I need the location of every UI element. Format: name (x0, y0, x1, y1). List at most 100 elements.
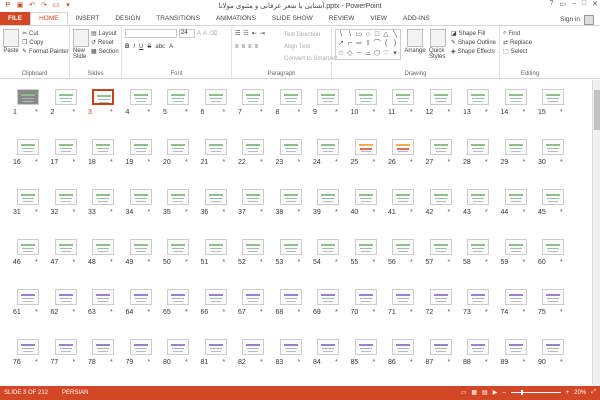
transition-star-icon[interactable]: * (410, 209, 413, 216)
slide-thumbnail[interactable]: 17 * (51, 135, 81, 185)
normal-view-icon[interactable]: ▭ (461, 389, 467, 396)
transition-star-icon[interactable]: * (223, 359, 226, 366)
transition-star-icon[interactable]: * (223, 109, 226, 116)
slide-thumbnail[interactable]: 50 * (163, 235, 193, 285)
tab-add-ins[interactable]: ADD-INS (395, 12, 438, 25)
select-button[interactable]: ⬚ Select (503, 47, 557, 56)
shape-outline-button[interactable]: ✎ Shape Outline (451, 38, 496, 47)
transition-star-icon[interactable]: * (485, 159, 488, 166)
slide-thumbnail[interactable]: 26 * (388, 135, 418, 185)
slide-thumbnail[interactable]: 83 * (276, 335, 306, 385)
close-icon[interactable]: ✕ (592, 0, 598, 8)
transition-star-icon[interactable]: * (223, 209, 226, 216)
transition-star-icon[interactable]: * (260, 209, 263, 216)
slide-thumbnail[interactable]: 88 * (463, 335, 493, 385)
slide-preview[interactable] (354, 239, 377, 255)
language-indicator[interactable]: PERSIAN (62, 390, 88, 396)
transition-star-icon[interactable]: * (73, 209, 76, 216)
slide-thumbnail[interactable]: 86 * (388, 335, 418, 385)
slide-thumbnail[interactable]: 16 * (13, 135, 43, 185)
font-name-box[interactable] (125, 29, 177, 38)
section-button[interactable]: ▦ Section (91, 47, 119, 56)
slide-thumbnail[interactable]: 25 * (351, 135, 381, 185)
transition-star-icon[interactable]: * (448, 209, 451, 216)
slide-thumbnail[interactable]: 39 * (313, 185, 343, 235)
transition-star-icon[interactable]: * (185, 309, 188, 316)
slide-preview[interactable] (279, 289, 302, 305)
arc-icon[interactable]: ⌓ (364, 50, 372, 58)
slide-preview[interactable] (504, 89, 527, 105)
transition-star-icon[interactable]: * (373, 109, 376, 116)
convert-smartart-button[interactable]: Convert to SmartArt (284, 54, 337, 63)
slide-thumbnail[interactable]: 61 * (13, 285, 43, 335)
slide-thumbnail[interactable]: 19 * (126, 135, 156, 185)
slide-preview[interactable] (429, 89, 452, 105)
vertical-scrollbar[interactable] (592, 80, 600, 385)
slide-preview[interactable] (17, 239, 39, 255)
layout-button[interactable]: ▤ Layout (91, 29, 119, 38)
slide-preview[interactable] (392, 239, 414, 255)
align-center-icon[interactable]: ≡ (242, 42, 246, 51)
numbering-icon[interactable]: ☷ (243, 29, 248, 38)
transition-star-icon[interactable]: * (35, 259, 38, 266)
slide-preview[interactable] (467, 139, 489, 155)
slide-preview[interactable] (467, 189, 489, 205)
new-slide-button[interactable]: New Slide (73, 29, 89, 60)
slide-preview[interactable] (467, 289, 489, 305)
slide-preview[interactable] (167, 89, 189, 105)
slide-thumbnail[interactable]: 1 * (13, 85, 43, 135)
slide-thumbnail[interactable]: 71 * (388, 285, 418, 335)
slide-thumbnail[interactable]: 81 * (201, 335, 231, 385)
slide-preview[interactable] (392, 339, 414, 355)
slide-preview[interactable] (317, 189, 339, 205)
brace-icon[interactable]: { (382, 40, 390, 48)
transition-star-icon[interactable]: * (185, 359, 188, 366)
slide-thumbnail[interactable]: 14 * (501, 85, 531, 135)
slide-thumbnail[interactable]: 55 * (351, 235, 381, 285)
line-icon[interactable]: \ (337, 31, 345, 39)
slide-preview[interactable] (317, 239, 339, 255)
start-presentation-icon[interactable]: ▭ (52, 2, 60, 10)
font-size-box[interactable]: 24 (179, 29, 195, 38)
copy-button[interactable]: ❐ Copy (22, 38, 69, 47)
slide-preview[interactable] (167, 289, 189, 305)
slide-thumbnail[interactable]: 73 * (463, 285, 493, 335)
transition-star-icon[interactable]: * (298, 209, 301, 216)
tab-animations[interactable]: ANIMATIONS (208, 12, 264, 25)
slide-thumbnail[interactable]: 47 * (51, 235, 81, 285)
transition-star-icon[interactable]: * (185, 209, 188, 216)
line-icon[interactable]: ╲ (391, 31, 399, 39)
redo-icon[interactable]: ↷ (40, 2, 48, 10)
transition-star-icon[interactable]: * (373, 359, 376, 366)
justify-icon[interactable]: ≡ (255, 42, 259, 51)
slide-preview[interactable] (279, 339, 302, 355)
help-icon[interactable]: ? (549, 0, 553, 8)
heart-icon[interactable]: ♡ (382, 50, 390, 58)
slide-thumbnail[interactable]: 80 * (163, 335, 193, 385)
slide-preview[interactable] (429, 189, 452, 205)
undo-icon[interactable]: ↶ (28, 2, 36, 10)
slide-thumbnail[interactable]: 44 * (501, 185, 531, 235)
slide-preview[interactable] (129, 339, 152, 355)
curve-icon[interactable]: ~ (355, 50, 363, 58)
transition-star-icon[interactable]: * (110, 359, 113, 366)
transition-star-icon[interactable]: * (35, 359, 38, 366)
slide-preview[interactable] (467, 89, 489, 105)
slide-thumbnail[interactable]: 36 * (201, 185, 231, 235)
shape-effects-button[interactable]: ◈ Shape Effects (451, 47, 496, 56)
slide-thumbnail[interactable]: 87 * (426, 335, 456, 385)
slide-preview[interactable] (504, 139, 527, 155)
slide-preview[interactable] (317, 289, 339, 305)
transition-star-icon[interactable]: * (185, 159, 188, 166)
zoom-level[interactable]: 20% (574, 390, 586, 396)
transition-star-icon[interactable]: * (35, 109, 38, 116)
slide-thumbnail[interactable]: 18 * (88, 135, 118, 185)
slide-thumbnail[interactable]: 70 * (351, 285, 381, 335)
slideshow-view-icon[interactable]: ▶ (493, 389, 498, 396)
slide-thumbnail[interactable]: 6 * (201, 85, 231, 135)
slide-thumbnail[interactable]: 77 * (51, 335, 81, 385)
transition-star-icon[interactable]: * (560, 159, 563, 166)
transition-star-icon[interactable]: * (260, 109, 263, 116)
slide-thumbnail[interactable]: 63 * (88, 285, 118, 335)
grow-font-icon[interactable]: A (197, 29, 201, 38)
